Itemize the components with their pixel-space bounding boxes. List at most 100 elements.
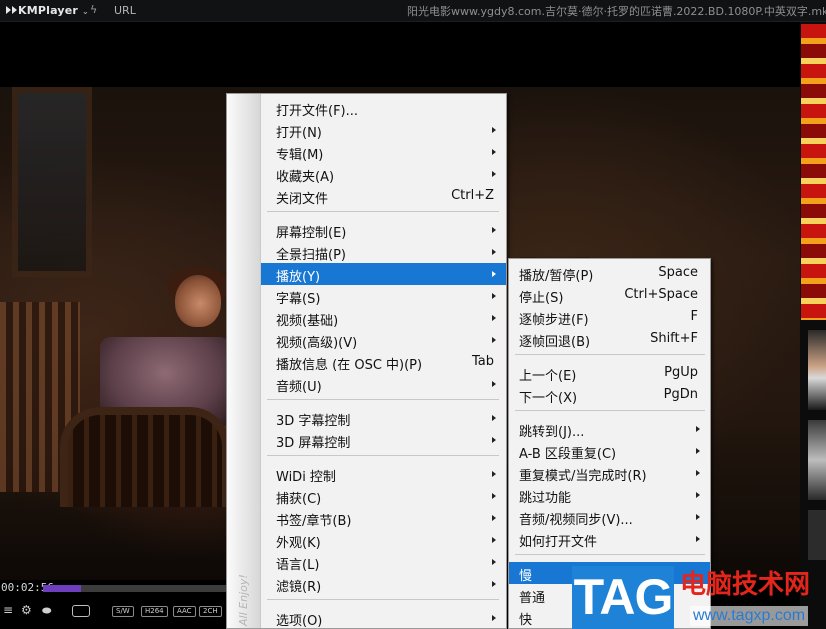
vr-icon[interactable] — [72, 605, 90, 617]
submenu-arrow-icon — [696, 536, 700, 542]
menu-item-label: 上一个(E) — [519, 369, 577, 384]
menu-item-label: 打开文件(F)... — [276, 104, 359, 119]
menu-separator — [515, 410, 705, 411]
watermark-logo: TAG — [572, 566, 674, 629]
3d-glasses-icon[interactable]: ⬬ — [42, 604, 51, 618]
menu-item-shortcut: Shift+F — [650, 331, 698, 346]
menu-item-label: 专辑(M) — [276, 148, 324, 163]
side-thumbnail[interactable] — [808, 330, 826, 410]
control-bar: ≡ ⚙ ⬬ S/W H264 AAC 2CH — [0, 600, 226, 624]
side-thumbnail[interactable] — [808, 510, 826, 560]
submenu-arrow-icon — [696, 426, 700, 432]
menu-item-options[interactable]: 选项(O) — [261, 607, 506, 629]
menu-item-label: 书签/章节(B) — [276, 514, 352, 529]
app-menu-button[interactable]: KMPlayer ⌄ — [6, 4, 89, 17]
menu-item-label: 逐帧步进(F) — [519, 313, 589, 328]
menu-item-shortcut: F — [690, 309, 698, 324]
submenu-item-ab-repeat[interactable]: A-B 区段重复(C) — [509, 440, 710, 462]
audio-codec-badge[interactable]: AAC — [173, 606, 196, 617]
menu-item-shortcut: Space — [658, 265, 698, 280]
menu-item-playback-info[interactable]: 播放信息 (在 OSC 中)(P) Tab — [261, 351, 506, 373]
menu-item-shortcut: PgDn — [663, 387, 698, 402]
menu-item-label: 播放信息 (在 OSC 中)(P) — [276, 358, 423, 373]
lightning-icon[interactable]: ϟ — [90, 3, 97, 16]
menu-item-label: 捕获(C) — [276, 492, 322, 507]
submenu-arrow-icon — [492, 381, 496, 387]
seek-area: 00:02:56 — [0, 581, 226, 595]
scene-character-face — [175, 275, 221, 327]
menu-item-audio[interactable]: 音频(U) — [261, 373, 506, 395]
menu-item-shortcut: Ctrl+Space — [624, 287, 698, 302]
submenu-item-frame-step[interactable]: 逐帧步进(F) F — [509, 306, 710, 328]
watermark-site-name: 电脑技术网 — [680, 570, 811, 600]
menu-item-screen-control[interactable]: 屏幕控制(E) — [261, 219, 506, 241]
submenu-item-jump-to[interactable]: 跳转到(J)... — [509, 418, 710, 440]
menu-item-label: 下一个(X) — [519, 391, 578, 406]
submenu-item-repeat-mode[interactable]: 重复模式/当完成时(R) — [509, 462, 710, 484]
menu-gutter — [227, 94, 261, 628]
submenu-arrow-icon — [492, 127, 496, 133]
menu-item-subtitles[interactable]: 字幕(S) — [261, 285, 506, 307]
menu-item-capture[interactable]: 捕获(C) — [261, 485, 506, 507]
menu-item-label: 音频/视频同步(V)... — [519, 513, 633, 528]
menu-separator — [267, 399, 499, 400]
side-thumbnail[interactable] — [808, 420, 826, 500]
menu-item-filters[interactable]: 滤镜(R) — [261, 573, 506, 595]
seek-bar[interactable] — [43, 585, 226, 592]
submenu-item-av-sync[interactable]: 音频/视频同步(V)... — [509, 506, 710, 528]
menu-item-album[interactable]: 专辑(M) — [261, 141, 506, 163]
submenu-item-play-pause[interactable]: 播放/暂停(P) Space — [509, 262, 710, 284]
submenu-arrow-icon — [492, 515, 496, 521]
menu-item-label: 全景扫描(P) — [276, 248, 346, 263]
menu-item-label: 滤镜(R) — [276, 580, 322, 595]
menu-item-label: 视频(基础) — [276, 314, 339, 329]
menu-item-label: 播放(Y) — [276, 270, 321, 285]
submenu-item-next[interactable]: 下一个(X) PgDn — [509, 384, 710, 406]
submenu-item-frame-back[interactable]: 逐帧回退(B) Shift+F — [509, 328, 710, 350]
submenu-item-previous[interactable]: 上一个(E) PgUp — [509, 362, 710, 384]
menu-gutter-text: All Enjoy! — [237, 574, 250, 626]
menu-item-close-file[interactable]: 关闭文件 Ctrl+Z — [261, 185, 506, 207]
menu-item-3d-subtitle-control[interactable]: 3D 字幕控制 — [261, 407, 506, 429]
submenu-arrow-icon — [492, 337, 496, 343]
km-logo-icon — [6, 6, 11, 14]
url-button[interactable]: URL — [114, 4, 136, 17]
submenu-item-how-to-open[interactable]: 如何打开文件 — [509, 528, 710, 550]
menu-item-favorites[interactable]: 收藏夹(A) — [261, 163, 506, 185]
submenu-arrow-icon — [492, 171, 496, 177]
menu-item-label: 选项(O) — [276, 614, 323, 629]
menu-item-label: 收藏夹(A) — [276, 170, 335, 185]
menu-item-language[interactable]: 语言(L) — [261, 551, 506, 573]
channels-badge[interactable]: 2CH — [199, 606, 222, 617]
video-codec-badge[interactable]: H264 — [141, 606, 168, 617]
gear-icon[interactable]: ⚙ — [21, 603, 32, 617]
menu-separator — [515, 354, 705, 355]
seek-bar-fill — [43, 585, 82, 592]
menu-item-bookmarks[interactable]: 书签/章节(B) — [261, 507, 506, 529]
scene-window — [12, 87, 92, 277]
menu-item-label: 打开(N) — [276, 126, 322, 141]
menu-item-label: A-B 区段重复(C) — [519, 447, 617, 462]
menu-item-label: 重复模式/当完成时(R) — [519, 469, 647, 484]
menu-item-widi-control[interactable]: WiDi 控制 — [261, 463, 506, 485]
submenu-arrow-icon — [492, 149, 496, 155]
menu-item-open[interactable]: 打开(N) — [261, 119, 506, 141]
submenu-arrow-icon — [492, 315, 496, 321]
menu-item-open-file[interactable]: 打开文件(F)... — [261, 97, 506, 119]
submenu-arrow-icon — [492, 249, 496, 255]
submenu-arrow-icon — [492, 581, 496, 587]
menu-item-video-advanced[interactable]: 视频(高级)(V) — [261, 329, 506, 351]
submenu-item-skip[interactable]: 跳过功能 — [509, 484, 710, 506]
decoder-badge[interactable]: S/W — [112, 606, 134, 617]
playlist-icon[interactable]: ≡ — [3, 603, 13, 617]
menu-item-pan-scan[interactable]: 全景扫描(P) — [261, 241, 506, 263]
menu-item-skin[interactable]: 外观(K) — [261, 529, 506, 551]
submenu-arrow-icon — [696, 492, 700, 498]
side-thumbnail[interactable] — [801, 24, 826, 320]
menu-item-3d-screen-control[interactable]: 3D 屏幕控制 — [261, 429, 506, 451]
menu-item-video-basic[interactable]: 视频(基础) — [261, 307, 506, 329]
menu-item-playback[interactable]: 播放(Y) — [261, 263, 506, 285]
submenu-item-stop[interactable]: 停止(S) Ctrl+Space — [509, 284, 710, 306]
menu-item-label: 播放/暂停(P) — [519, 269, 594, 284]
submenu-arrow-icon — [492, 437, 496, 443]
